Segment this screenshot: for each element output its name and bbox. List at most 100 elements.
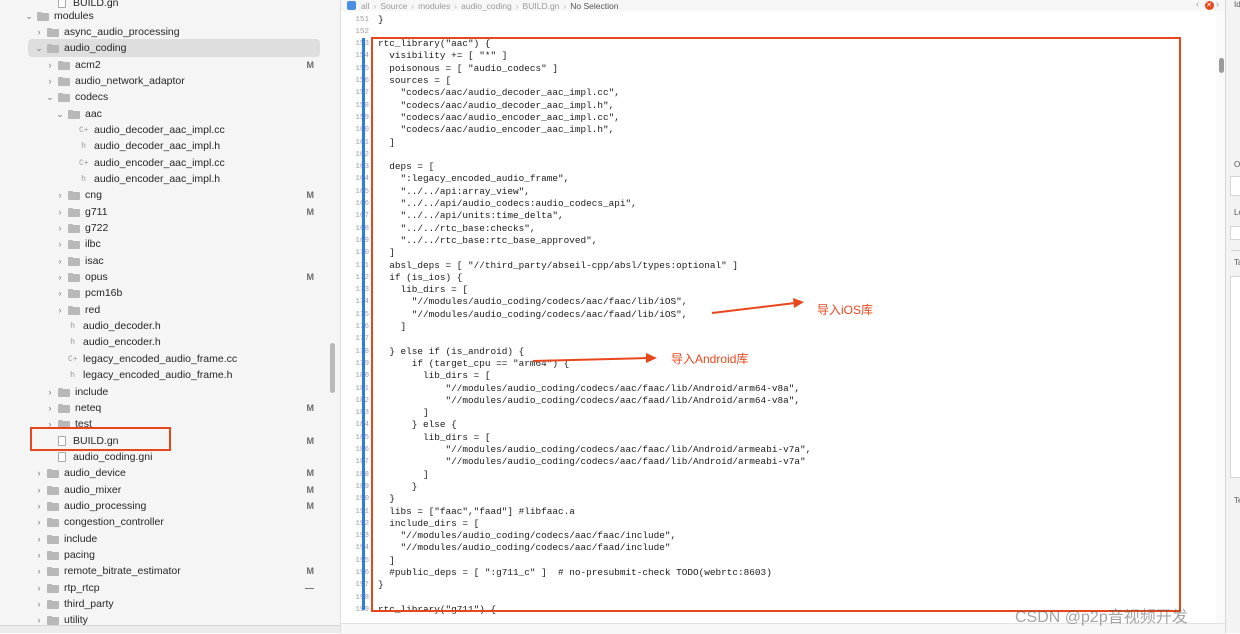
scm-status-badge: M — [306, 272, 315, 282]
chevron-right-icon[interactable]: › — [55, 190, 65, 200]
chevron-right-icon[interactable]: › — [34, 485, 44, 495]
folder-icon — [58, 92, 70, 102]
tree-item-label: audio_coding — [64, 42, 127, 54]
chevron-right-icon[interactable]: › — [34, 583, 44, 593]
tree-item-label: red — [85, 304, 101, 316]
chevron-right-icon[interactable]: › — [55, 223, 65, 233]
tree-item-label: legacy_encoded_audio_frame.h — [83, 369, 233, 381]
folder-icon — [47, 566, 59, 576]
folder-icon — [58, 76, 70, 86]
tree-item-label: audio_encoder.h — [83, 336, 161, 348]
tree-item-label: audio_encoder_aac_impl.h — [94, 173, 221, 185]
chevron-right-icon[interactable]: › — [55, 256, 65, 266]
tree-item-label: BUILD.gn — [73, 0, 119, 9]
tree-item-label: third_party — [64, 598, 114, 610]
build-file-highlight — [30, 427, 171, 451]
android-annotation-arrow — [532, 353, 657, 363]
inspector-divider — [1231, 250, 1240, 251]
tree-item-label: g711 — [85, 206, 108, 218]
editor-scrollbar-track[interactable] — [1216, 11, 1225, 623]
chevron-right-icon[interactable]: › — [55, 305, 65, 315]
cpp-file-icon: C+ — [79, 158, 89, 168]
folder-icon — [68, 190, 80, 200]
inspector-label: Id — [1234, 0, 1240, 9]
folder-icon — [47, 550, 59, 560]
chevron-right-icon[interactable]: › — [55, 207, 65, 217]
tree-item-label: include — [75, 386, 109, 398]
inspector-field[interactable] — [1230, 226, 1240, 240]
inspector-text-area[interactable] — [1230, 276, 1240, 478]
folder-icon — [68, 223, 80, 233]
tree-item-label: modules — [54, 10, 94, 22]
folder-icon — [68, 288, 80, 298]
chevron-right-icon[interactable]: › — [34, 517, 44, 527]
folder-icon — [47, 599, 59, 609]
chevron-right-icon[interactable]: › — [34, 27, 44, 37]
tree-item-label: async_audio_processing — [64, 26, 180, 38]
folder-icon — [68, 305, 80, 315]
header-file-icon: h — [70, 337, 75, 347]
tree-item-label: audio_decoder.h — [83, 320, 161, 332]
inspector-label: Lo — [1234, 208, 1240, 217]
chevron-right-icon[interactable]: › — [34, 501, 44, 511]
tree-item-label: g722 — [85, 222, 109, 234]
tree-item-label: acm2 — [75, 59, 101, 71]
chevron-right-icon[interactable]: › — [45, 60, 55, 70]
ios-annotation-arrow — [711, 298, 804, 314]
tree-item-label: audio_device — [64, 467, 126, 479]
scm-status-badge: M — [306, 403, 315, 413]
tree-item-label: aac — [85, 108, 102, 120]
folder-icon — [68, 256, 80, 266]
chevron-right-icon[interactable]: › — [45, 403, 55, 413]
chevron-right-icon[interactable]: › — [34, 550, 44, 560]
chevron-right-icon[interactable]: › — [34, 468, 44, 478]
chevron-right-icon[interactable]: › — [55, 272, 65, 282]
chevron-right-icon[interactable]: › — [45, 76, 55, 86]
inspector-panel: Id O Lo Ta Te — [1225, 0, 1240, 633]
header-file-icon: h — [81, 141, 86, 151]
tree-item-label: rtp_rtcp — [64, 582, 100, 594]
scm-status-badge: — — [305, 583, 314, 593]
scm-status-badge: M — [306, 207, 315, 217]
tree-item-label: cng — [85, 189, 102, 201]
scm-status-badge: M — [306, 468, 315, 478]
chevron-right-icon[interactable]: › — [55, 288, 65, 298]
inspector-field[interactable] — [1230, 176, 1240, 196]
chevron-right-icon[interactable]: › — [34, 615, 44, 625]
tree-item-label: ilbc — [85, 238, 101, 250]
annotation-arrows — [532, 298, 804, 363]
document-icon — [58, 0, 66, 8]
chevron-right-icon[interactable]: › — [55, 239, 65, 249]
folder-icon — [47, 485, 59, 495]
tree-item-label: opus — [85, 271, 108, 283]
folder-icon — [47, 43, 59, 53]
chevron-right-icon[interactable]: › — [34, 534, 44, 544]
folder-icon — [47, 517, 59, 527]
cpp-file-icon: C+ — [79, 125, 89, 135]
tree-item-label: include — [64, 533, 98, 545]
folder-icon — [58, 403, 70, 413]
chevron-right-icon[interactable]: › — [45, 387, 55, 397]
tree-item-label: pcm16b — [85, 287, 123, 299]
editor-scrollbar-thumb[interactable] — [1219, 58, 1224, 73]
chevron-right-icon[interactable]: › — [34, 599, 44, 609]
chevron-down-icon[interactable]: ⌄ — [24, 11, 34, 22]
chevron-right-icon[interactable]: › — [34, 566, 44, 576]
tree-item-label: audio_encoder_aac_impl.cc — [94, 157, 225, 169]
chevron-down-icon[interactable]: ⌄ — [45, 92, 55, 103]
folder-icon — [47, 583, 59, 593]
header-file-icon: h — [70, 370, 75, 380]
tree-item-label: legacy_encoded_audio_frame.cc — [83, 353, 238, 365]
chevron-down-icon[interactable]: ⌄ — [55, 109, 65, 120]
tree-item-label: neteq — [75, 402, 102, 414]
tree-item-label: audio_coding.gni — [73, 451, 153, 463]
tree-item-label: isac — [85, 255, 104, 267]
chevron-down-icon[interactable]: ⌄ — [34, 43, 44, 54]
header-file-icon: h — [70, 321, 75, 331]
tree-item-label: utility — [64, 614, 88, 626]
header-file-icon: h — [81, 174, 86, 184]
scm-status-badge: M — [306, 485, 315, 495]
inspector-label: Ta — [1234, 258, 1240, 267]
document-icon — [58, 452, 66, 462]
scm-status-badge: M — [306, 566, 315, 576]
